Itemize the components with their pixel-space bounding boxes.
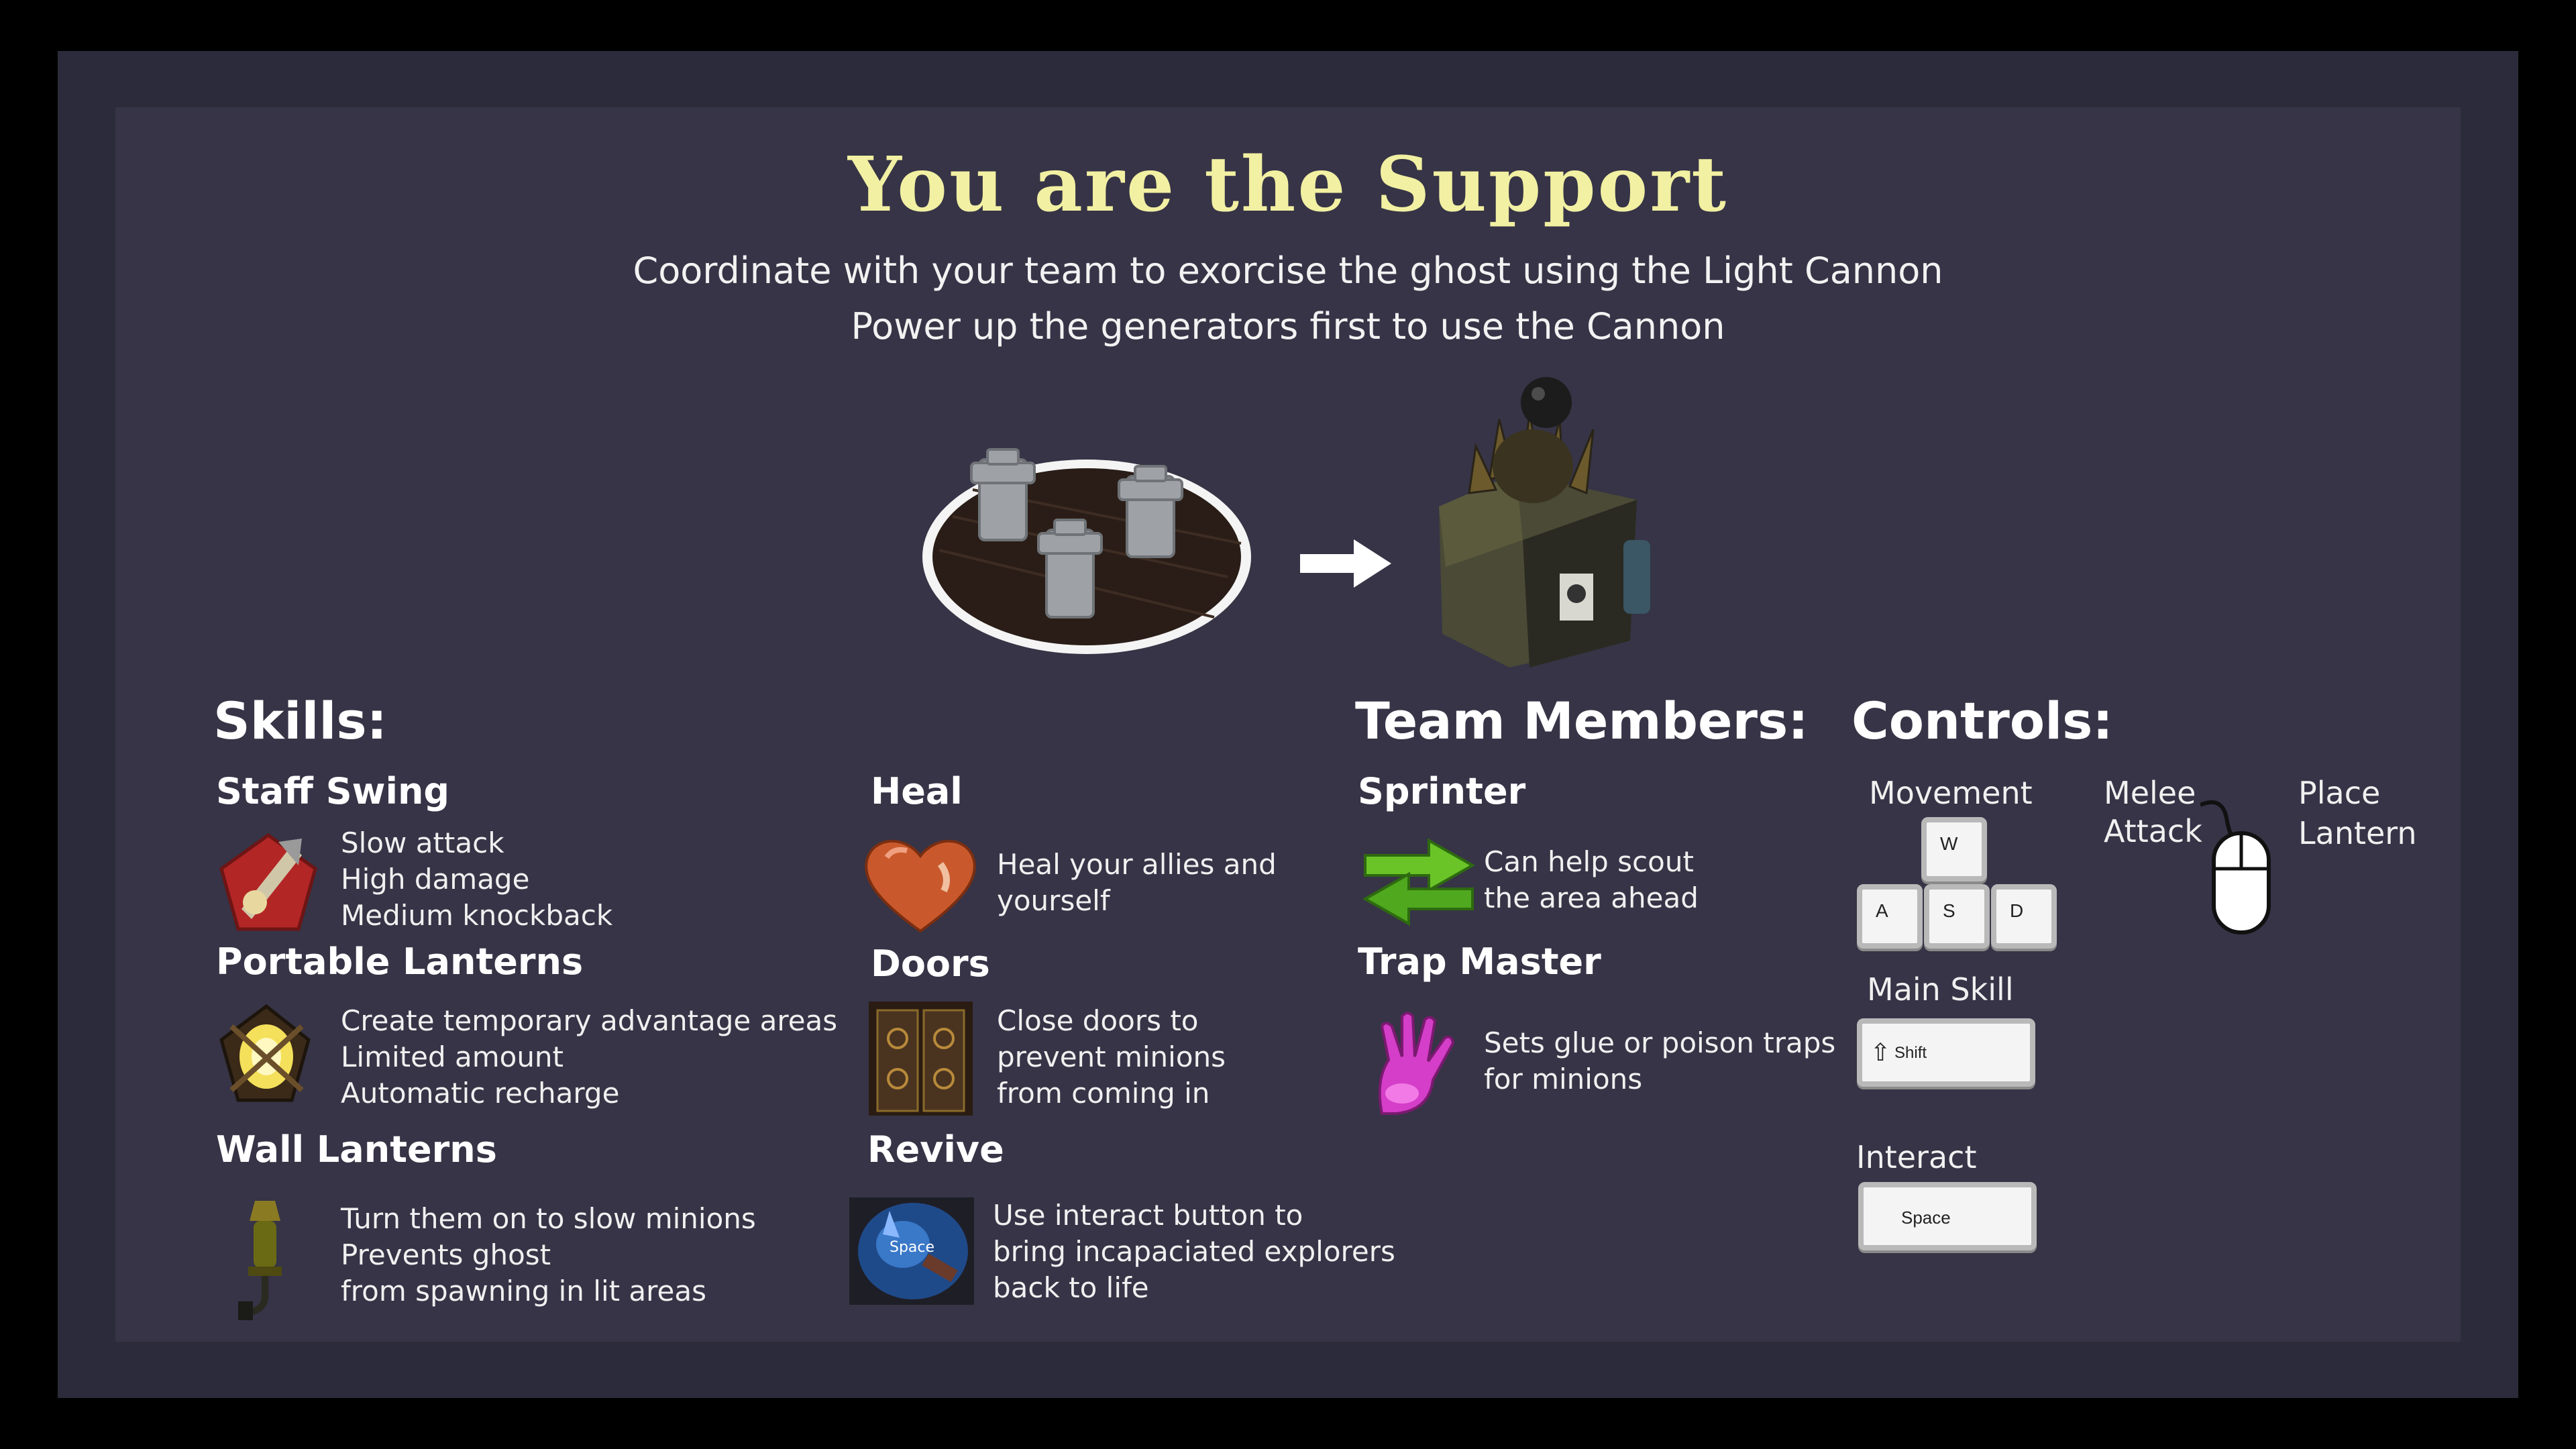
desc-line: for minions — [1484, 1063, 1643, 1095]
desc-line: Prevents ghost — [341, 1238, 551, 1271]
movement-label: Movement — [1869, 775, 2033, 811]
melee-label-2: Attack — [2104, 813, 2202, 849]
key-a-label: A — [1876, 900, 1888, 921]
revive-key-label: Space — [890, 1239, 935, 1256]
light-cannon-icon — [1439, 377, 1650, 667]
skill-desc-portable-lanterns: Create temporary advantage areas Limited… — [341, 1003, 837, 1112]
subtitle-line-1: Coordinate with your team to exorcise th… — [633, 250, 1943, 292]
skill-desc-wall-lanterns: Turn them on to slow minions Prevents gh… — [341, 1201, 756, 1309]
skill-desc-revive: Use interact button to bring incapaciate… — [993, 1197, 1395, 1306]
trap-hand-icon — [1378, 1012, 1455, 1115]
skill-name-heal: Heal — [871, 770, 963, 812]
key-d-label: D — [2010, 900, 2024, 921]
desc-line: Create temporary advantage areas — [341, 1004, 838, 1037]
sprinter-arrows-icon — [1362, 838, 1476, 926]
key-a: A — [1857, 884, 1923, 949]
desc-line: Use interact button to — [993, 1199, 1303, 1232]
desc-line: the area ahead — [1484, 881, 1699, 914]
desc-line: back to life — [993, 1271, 1149, 1304]
desc-line: from spawning in lit areas — [341, 1275, 706, 1307]
desc-line: Close doors to — [997, 1004, 1199, 1037]
skills-heading: Skills: — [213, 691, 388, 751]
desc-line: Limited amount — [341, 1040, 564, 1073]
desc-line: prevent minions — [997, 1040, 1226, 1073]
right-arrow-icon — [1300, 539, 1391, 588]
generators-platform-icon — [922, 448, 1251, 654]
desc-line: Turn them on to slow minions — [341, 1202, 756, 1235]
place-label-1: Place — [2298, 775, 2381, 811]
shift-arrow-icon: ⇧ — [1870, 1038, 1891, 1066]
team-name-sprinter: Sprinter — [1358, 770, 1526, 812]
key-w: W — [1921, 817, 1987, 881]
skill-name-revive: Revive — [867, 1128, 1004, 1171]
skill-name-staff-swing: Staff Swing — [216, 770, 450, 812]
mouse-icon — [2200, 800, 2271, 934]
key-space: Space — [1858, 1182, 2037, 1250]
staff-swing-icon — [219, 833, 317, 931]
desc-line: Sets glue or poison traps — [1484, 1026, 1836, 1059]
desc-line: Can help scout — [1484, 845, 1694, 878]
key-w-label: W — [1940, 833, 1958, 854]
skill-desc-doors: Close doors to prevent minions from comi… — [997, 1003, 1226, 1112]
place-label-2: Lantern — [2298, 815, 2417, 851]
skill-name-doors: Doors — [871, 943, 990, 985]
key-s-label: S — [1943, 900, 1955, 921]
skill-desc-staff-swing: Slow attack High damage Medium knockback — [341, 825, 612, 934]
team-desc-trap-master: Sets glue or poison traps for minions — [1484, 1025, 1835, 1097]
heart-icon — [865, 839, 976, 933]
portable-lantern-icon — [219, 1004, 311, 1102]
wall-lantern-icon — [238, 1201, 282, 1320]
skill-name-wall-lanterns: Wall Lanterns — [216, 1128, 497, 1171]
skill-name-portable-lanterns: Portable Lanterns — [216, 941, 584, 983]
team-heading: Team Members: — [1355, 691, 1809, 751]
desc-line: Medium knockback — [341, 899, 613, 932]
desc-line: yourself — [997, 884, 1110, 917]
main-skill-label: Main Skill — [1867, 971, 2014, 1008]
desc-line: from coming in — [997, 1077, 1210, 1110]
door-icon — [869, 1002, 973, 1116]
desc-line: Heal your allies and — [997, 848, 1277, 881]
skill-desc-heal: Heal your allies and yourself — [997, 847, 1277, 919]
key-s: S — [1924, 884, 1990, 949]
key-shift: ⇧ Shift — [1857, 1018, 2035, 1087]
desc-line: bring incapaciated explorers — [993, 1235, 1395, 1268]
melee-label-1: Melee — [2104, 775, 2196, 811]
team-name-trap-master: Trap Master — [1358, 941, 1601, 983]
key-space-label: Space — [1901, 1208, 1951, 1228]
team-desc-sprinter: Can help scout the area ahead — [1484, 844, 1699, 916]
subtitle-line-2: Power up the generators first to use the… — [851, 305, 1725, 347]
key-shift-label: Shift — [1894, 1044, 1927, 1062]
desc-line: High damage — [341, 863, 530, 896]
key-d: D — [1991, 884, 2057, 949]
controls-heading: Controls: — [1851, 691, 2113, 751]
page-title: You are the Support — [848, 141, 1728, 229]
revive-icon: Space — [849, 1197, 974, 1305]
interact-label: Interact — [1856, 1139, 1977, 1175]
desc-line: Automatic recharge — [341, 1077, 620, 1110]
desc-line: Slow attack — [341, 826, 504, 859]
